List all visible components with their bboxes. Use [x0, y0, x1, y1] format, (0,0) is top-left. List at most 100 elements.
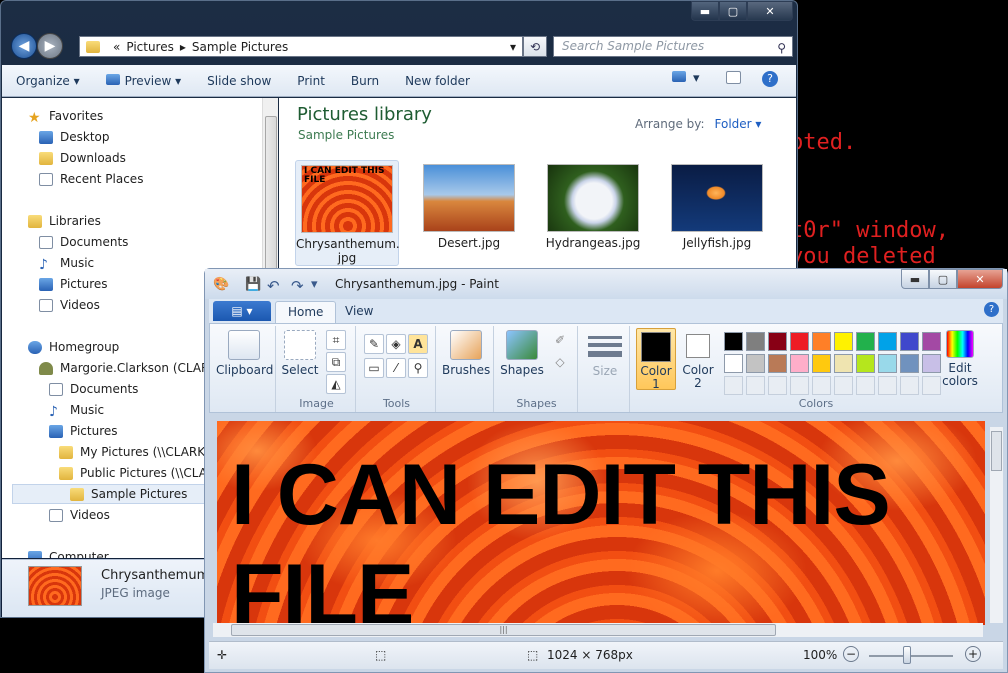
new-folder-button[interactable]: New folder — [405, 74, 470, 88]
palette-swatch[interactable] — [900, 332, 919, 351]
palette-swatch[interactable] — [790, 354, 809, 373]
palette-swatch[interactable] — [834, 332, 853, 351]
zoom-in-button[interactable]: + — [965, 646, 981, 662]
canvas-image[interactable]: I CAN EDIT THIS FILE — [217, 421, 985, 625]
paint-menu-button[interactable]: ▤ ▾ — [213, 301, 271, 321]
zoom-slider-thumb[interactable] — [903, 646, 911, 664]
palette-swatch[interactable] — [812, 332, 831, 351]
color2-button[interactable]: Color 2 — [680, 328, 716, 390]
custom-color-slot[interactable] — [724, 376, 743, 395]
size-button[interactable]: Size — [586, 332, 624, 378]
brushes-button[interactable]: Brushes — [442, 330, 490, 377]
save-icon[interactable]: 💾 — [245, 277, 261, 292]
palette-swatch[interactable] — [768, 354, 787, 373]
palette-swatch[interactable] — [724, 332, 743, 351]
paint-help-icon[interactable]: ? — [984, 302, 999, 317]
nav-public-pictures[interactable]: Public Pictures (\\CLAR — [59, 463, 215, 483]
palette-swatch[interactable] — [900, 354, 919, 373]
breadcrumb-separator-icon[interactable]: ▸ — [180, 40, 186, 54]
nav-hg-music[interactable]: ♪ Music — [49, 400, 104, 420]
palette-swatch[interactable] — [834, 354, 853, 373]
canvas-vertical-scrollbar[interactable] — [990, 427, 1003, 623]
nav-music[interactable]: ♪ Music — [39, 253, 94, 273]
nav-hg-documents[interactable]: Documents — [49, 379, 138, 399]
change-view-button[interactable]: ▾ — [672, 71, 700, 86]
burn-button[interactable]: Burn — [351, 74, 379, 88]
maximize-button[interactable]: ▢ — [719, 1, 747, 21]
arrange-by-dropdown[interactable]: Folder ▾ — [715, 117, 762, 131]
address-dropdown-icon[interactable]: ▾ — [510, 40, 516, 54]
horizontal-scroll-thumb[interactable]: ||| — [231, 624, 776, 636]
preview-button[interactable]: Preview ▾ — [105, 73, 181, 88]
text-icon[interactable]: A — [408, 334, 428, 354]
palette-swatch[interactable] — [878, 332, 897, 351]
palette-swatch[interactable] — [856, 354, 875, 373]
custom-color-slot[interactable] — [900, 376, 919, 395]
custom-color-slot[interactable] — [922, 376, 941, 395]
refresh-button[interactable]: ⟲ — [523, 36, 547, 57]
custom-color-slot[interactable] — [856, 376, 875, 395]
search-icon[interactable]: ⚲ — [777, 39, 786, 58]
customize-quick-access-icon[interactable]: ▾ — [311, 277, 318, 292]
palette-swatch[interactable] — [878, 354, 897, 373]
nav-my-pictures[interactable]: My Pictures (\\CLARKSO — [59, 442, 222, 462]
color-picker-icon[interactable]: ⁄ — [386, 358, 406, 378]
color1-button[interactable]: Color 1 — [636, 328, 676, 391]
tab-home[interactable]: Home — [275, 301, 337, 323]
redo-icon[interactable]: ↷ — [291, 277, 304, 295]
palette-swatch[interactable] — [922, 332, 941, 351]
pencil-icon[interactable]: ✎ — [364, 334, 384, 354]
custom-color-slot[interactable] — [768, 376, 787, 395]
eraser-icon[interactable]: ▭ — [364, 358, 384, 378]
undo-icon[interactable]: ↶ — [267, 277, 280, 295]
back-button[interactable]: ◀ — [11, 33, 37, 59]
help-icon[interactable]: ? — [762, 71, 778, 87]
nav-computer[interactable]: Computer — [28, 547, 109, 558]
custom-color-slot[interactable] — [878, 376, 897, 395]
vertical-scroll-thumb[interactable] — [991, 431, 1002, 471]
palette-swatch[interactable] — [746, 354, 765, 373]
palette-swatch[interactable] — [724, 354, 743, 373]
palette-swatch[interactable] — [922, 354, 941, 373]
file-item-chrysanthemum[interactable]: I CAN EDIT THIS FILE Chrysanthemum. jpg — [295, 160, 400, 266]
address-bar[interactable]: « Pictures ▸ Sample Pictures ▾ — [79, 36, 523, 57]
nav-videos[interactable]: Videos — [39, 295, 100, 315]
palette-swatch[interactable] — [746, 332, 765, 351]
rotate-icon[interactable]: ◭ — [326, 374, 346, 394]
edit-colors-button[interactable]: Edit colors — [940, 330, 980, 388]
palette-swatch[interactable] — [768, 332, 787, 351]
crop-icon[interactable]: ⌗ — [326, 330, 346, 350]
palette-swatch[interactable] — [790, 332, 809, 351]
custom-color-slot[interactable] — [834, 376, 853, 395]
paint-close-button[interactable]: ✕ — [957, 269, 1003, 289]
fill-icon[interactable]: ◈ — [386, 334, 406, 354]
tab-view[interactable]: View — [333, 301, 385, 323]
file-item-desert[interactable]: Desert.jpg — [417, 160, 521, 250]
custom-color-slot[interactable] — [812, 376, 831, 395]
magnifier-icon[interactable]: ⚲ — [408, 358, 428, 378]
nav-documents[interactable]: Documents — [39, 232, 128, 252]
custom-color-slot[interactable] — [790, 376, 809, 395]
nav-homegroup[interactable]: Homegroup — [28, 337, 119, 357]
zoom-slider-track[interactable] — [869, 655, 953, 657]
nav-pictures[interactable]: Pictures — [39, 274, 108, 294]
zoom-out-button[interactable]: − — [843, 646, 859, 662]
nav-recent-places[interactable]: Recent Places — [39, 169, 143, 189]
forward-button[interactable]: ▶ — [37, 33, 63, 59]
palette-swatch[interactable] — [856, 332, 875, 351]
file-item-jellyfish[interactable]: Jellyfish.jpg — [665, 160, 769, 250]
nav-hg-videos[interactable]: Videos — [49, 505, 110, 525]
nav-downloads[interactable]: Downloads — [39, 148, 126, 168]
select-button[interactable]: Select — [280, 330, 320, 377]
breadcrumb-pictures[interactable]: Pictures — [126, 40, 174, 54]
paint-maximize-button[interactable]: ▢ — [929, 269, 957, 289]
nav-desktop[interactable]: Desktop — [39, 127, 110, 147]
breadcrumb-sample-pictures[interactable]: Sample Pictures — [192, 40, 288, 54]
organize-button[interactable]: Organize ▾ — [16, 74, 80, 88]
search-input[interactable]: Search Sample Pictures ⚲ — [553, 36, 793, 57]
file-item-hydrangeas[interactable]: Hydrangeas.jpg — [541, 160, 645, 250]
shapes-button[interactable]: Shapes — [498, 330, 546, 377]
slideshow-button[interactable]: Slide show — [207, 74, 271, 88]
clipboard-button[interactable]: Clipboard — [216, 330, 273, 377]
nav-hg-pictures[interactable]: Pictures — [49, 421, 118, 441]
